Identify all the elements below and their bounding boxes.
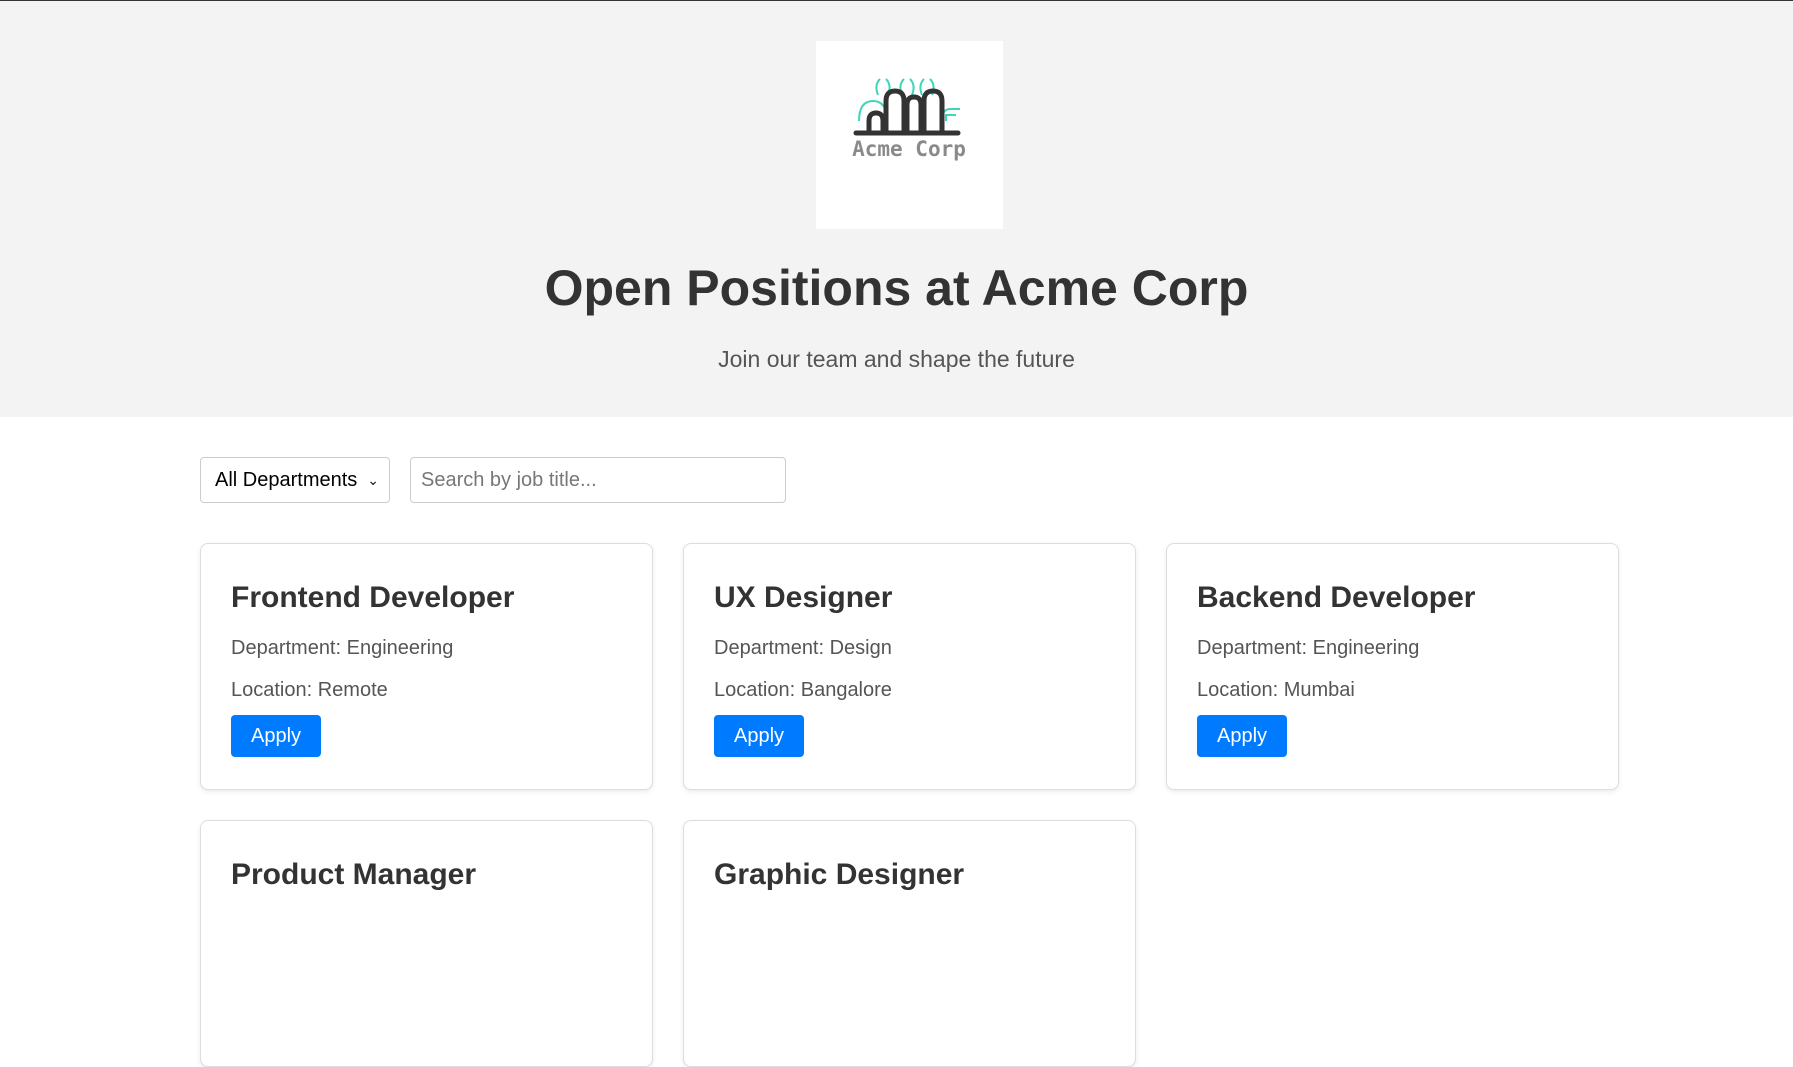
department-select-value: All Departments xyxy=(215,468,358,491)
chevron-down-icon: ⌄ xyxy=(367,471,379,488)
job-card: UX Designer Department: Design Location:… xyxy=(683,543,1136,790)
job-search-input[interactable] xyxy=(410,457,786,503)
apply-button[interactable]: Apply xyxy=(231,715,322,757)
job-department: Department: Engineering xyxy=(1197,637,1420,659)
page-subtitle: Join our team and shape the future xyxy=(718,346,1075,372)
job-location: Location: Mumbai xyxy=(1197,679,1355,701)
apply-button[interactable]: Apply xyxy=(1197,715,1288,757)
logo-text: Acme Corp xyxy=(852,137,966,161)
page-title: Open Positions at Acme Corp xyxy=(544,260,1249,316)
job-card: Frontend Developer Department: Engineeri… xyxy=(200,543,653,790)
job-title: Frontend Developer xyxy=(231,581,515,614)
hero-header: Acme Corp Open Positions at Acme Corp Jo… xyxy=(0,1,1793,417)
apply-button[interactable]: Apply xyxy=(714,715,805,757)
job-location: Location: Remote xyxy=(231,679,388,701)
logo-graphic: Acme Corp xyxy=(852,78,966,161)
job-title: Product Manager xyxy=(231,858,477,891)
company-logo: Acme Corp xyxy=(816,41,1003,229)
filter-bar: All Departments ⌄ xyxy=(200,457,786,503)
job-department: Department: Engineering xyxy=(231,637,454,659)
job-department: Department: Design xyxy=(714,637,892,659)
job-title: Backend Developer xyxy=(1197,581,1476,614)
job-card: Product Manager xyxy=(200,820,653,1067)
department-select[interactable]: All Departments ⌄ xyxy=(200,457,390,503)
job-list: Frontend Developer Department: Engineeri… xyxy=(200,543,1620,1067)
job-title: Graphic Designer xyxy=(714,858,965,891)
job-title: UX Designer xyxy=(714,581,893,614)
job-card: Graphic Designer xyxy=(683,820,1136,1067)
job-location: Location: Bangalore xyxy=(714,679,892,701)
job-card: Backend Developer Department: Engineerin… xyxy=(1166,543,1619,790)
